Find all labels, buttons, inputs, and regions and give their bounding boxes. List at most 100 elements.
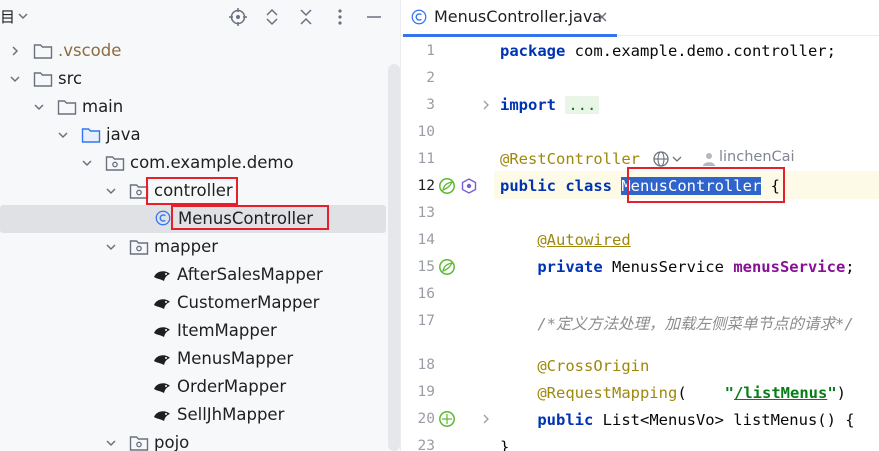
tree-item-label: com.example.demo (130, 153, 294, 172)
code-token: ( (677, 384, 687, 402)
code-line-18[interactable]: @CrossOrigin (500, 357, 649, 375)
code-token-keyword: public class (500, 177, 612, 195)
line-number: 3 (426, 97, 435, 113)
tree-item-label: pojo (154, 433, 190, 451)
code-line-20[interactable]: public List<MenusVo> listMenus() { (500, 411, 854, 429)
spring-autowired-icon[interactable] (438, 258, 456, 276)
folded-imports[interactable]: ... (565, 96, 600, 114)
endpoints-icon[interactable] (460, 177, 478, 195)
code-line-17[interactable]: /*定义方法处理，加载左侧菜单节点的请求*/ (500, 312, 853, 334)
editor-gutter: 1 2 3 10 11 12 13 14 15 16 17 18 19 20 2… (401, 36, 494, 451)
code-token-annotation: @RestController (500, 150, 640, 168)
tree-item-menusmapper[interactable]: MenusMapper (0, 345, 390, 373)
highlight-box-class-name (627, 167, 785, 203)
project-scrollbar[interactable] (388, 64, 400, 451)
code-token: com.example.demo.controller; (565, 42, 836, 60)
project-panel: 目 .vscode src main java com.example.demo… (0, 0, 401, 451)
tree-item-customermapper[interactable]: CustomerMapper (0, 289, 390, 317)
tree-item-label: .vscode (58, 41, 122, 60)
tree-item-java[interactable]: java (0, 121, 390, 149)
globe-icon[interactable] (652, 150, 670, 168)
class-icon (155, 210, 171, 226)
chevron-right-icon[interactable] (8, 44, 22, 58)
chevron-down-icon[interactable] (80, 156, 94, 170)
highlight-box-menuscontroller (171, 205, 329, 230)
close-icon[interactable] (595, 10, 609, 24)
line-number: 18 (417, 357, 435, 373)
tree-item-selljhmapper[interactable]: SellJhMapper (0, 401, 390, 429)
line-number: 1 (426, 43, 435, 59)
chevron-down-icon[interactable] (104, 240, 118, 254)
tree-item-label: OrderMapper (177, 377, 287, 396)
tree-item-label: java (106, 125, 141, 144)
code-token-keyword: import (500, 96, 556, 114)
chevron-down-icon[interactable] (32, 100, 46, 114)
line-number: 16 (417, 286, 435, 302)
code-line-23[interactable]: } (500, 438, 509, 451)
mybatis-icon (154, 299, 170, 309)
tab-label: MenusController.java (434, 7, 603, 26)
code-token-keyword: package (500, 42, 566, 60)
class-icon (411, 9, 427, 25)
code-line-19[interactable]: @RequestMapping("/listMenus") (500, 384, 846, 402)
chevron-down-icon[interactable] (56, 128, 70, 142)
code-token: MenusService (602, 258, 734, 276)
line-number: 12 (417, 178, 435, 194)
chevron-down-icon[interactable] (16, 9, 30, 23)
minimize-icon[interactable] (364, 7, 384, 27)
project-toolbar: 目 (0, 0, 401, 34)
chevron-down-icon[interactable] (104, 184, 118, 198)
chevron-down-icon[interactable] (8, 72, 22, 86)
code-line-15[interactable]: private MenusService menusService; (500, 258, 855, 276)
code-line-14[interactable]: @Autowired (500, 231, 630, 249)
fold-chevron-icon[interactable] (481, 413, 491, 425)
tab-menuscontroller-java[interactable]: MenusController.java (401, 0, 617, 37)
tree-item-pojo[interactable]: pojo (0, 429, 390, 451)
mybatis-icon (154, 411, 170, 421)
tree-item-label: SellJhMapper (177, 405, 285, 424)
line-number: 2 (426, 70, 435, 86)
tree-item-label: ItemMapper (177, 321, 277, 340)
spring-bean-icon[interactable] (438, 177, 456, 195)
collapse-all-icon[interactable] (296, 7, 316, 27)
tree-item-main[interactable]: main (0, 93, 390, 121)
code-editor[interactable]: MenusController.java 1 2 3 10 11 12 13 1… (401, 0, 879, 451)
folder-icon (33, 44, 53, 59)
code-line-11[interactable]: @RestController (500, 150, 640, 168)
tree-item-ordermapper[interactable]: OrderMapper (0, 373, 390, 401)
code-token: } (500, 438, 510, 451)
chevron-down-icon[interactable] (671, 153, 683, 165)
project-panel-title: 目 (0, 8, 16, 26)
mybatis-icon (154, 383, 170, 393)
highlight-box-controller (146, 177, 238, 205)
chevron-down-icon[interactable] (104, 436, 118, 450)
package-icon (105, 156, 125, 171)
tree-item-label: AfterSalesMapper (177, 265, 323, 284)
tree-item-src[interactable]: src (0, 65, 390, 93)
tree-item-aftersalesmapper[interactable]: AfterSalesMapper (0, 261, 390, 289)
tree-item-label: main (82, 97, 124, 116)
tree-item-mapper[interactable]: mapper (0, 233, 390, 261)
locate-icon[interactable] (228, 7, 248, 27)
code-token: ; (845, 258, 855, 276)
editor-tab-bar: MenusController.java (401, 0, 879, 37)
fold-chevron-icon[interactable] (481, 99, 491, 111)
tree-item-itemmapper[interactable]: ItemMapper (0, 317, 390, 345)
tree-item-vscode[interactable]: .vscode (0, 37, 390, 65)
code-token: ) (836, 384, 847, 402)
line-number: 23 (417, 438, 435, 451)
code-token-annotation: @CrossOrigin (537, 357, 650, 375)
code-line-1[interactable]: package com.example.demo.controller; (500, 42, 836, 60)
author-hint[interactable]: linchenCai (719, 149, 795, 165)
author-person-icon (703, 153, 715, 166)
request-path-link[interactable]: /listMenus (734, 384, 827, 402)
tree-item-com-example-demo[interactable]: com.example.demo (0, 149, 390, 177)
expand-all-icon[interactable] (262, 7, 282, 27)
more-vertical-icon[interactable] (330, 7, 350, 27)
line-number: 14 (417, 232, 435, 248)
code-token-string: " (724, 384, 734, 402)
package-icon (129, 436, 149, 451)
mybatis-icon (154, 327, 170, 337)
code-line-3[interactable]: import ... (500, 96, 600, 114)
spring-request-mapping-icon[interactable] (438, 410, 456, 428)
